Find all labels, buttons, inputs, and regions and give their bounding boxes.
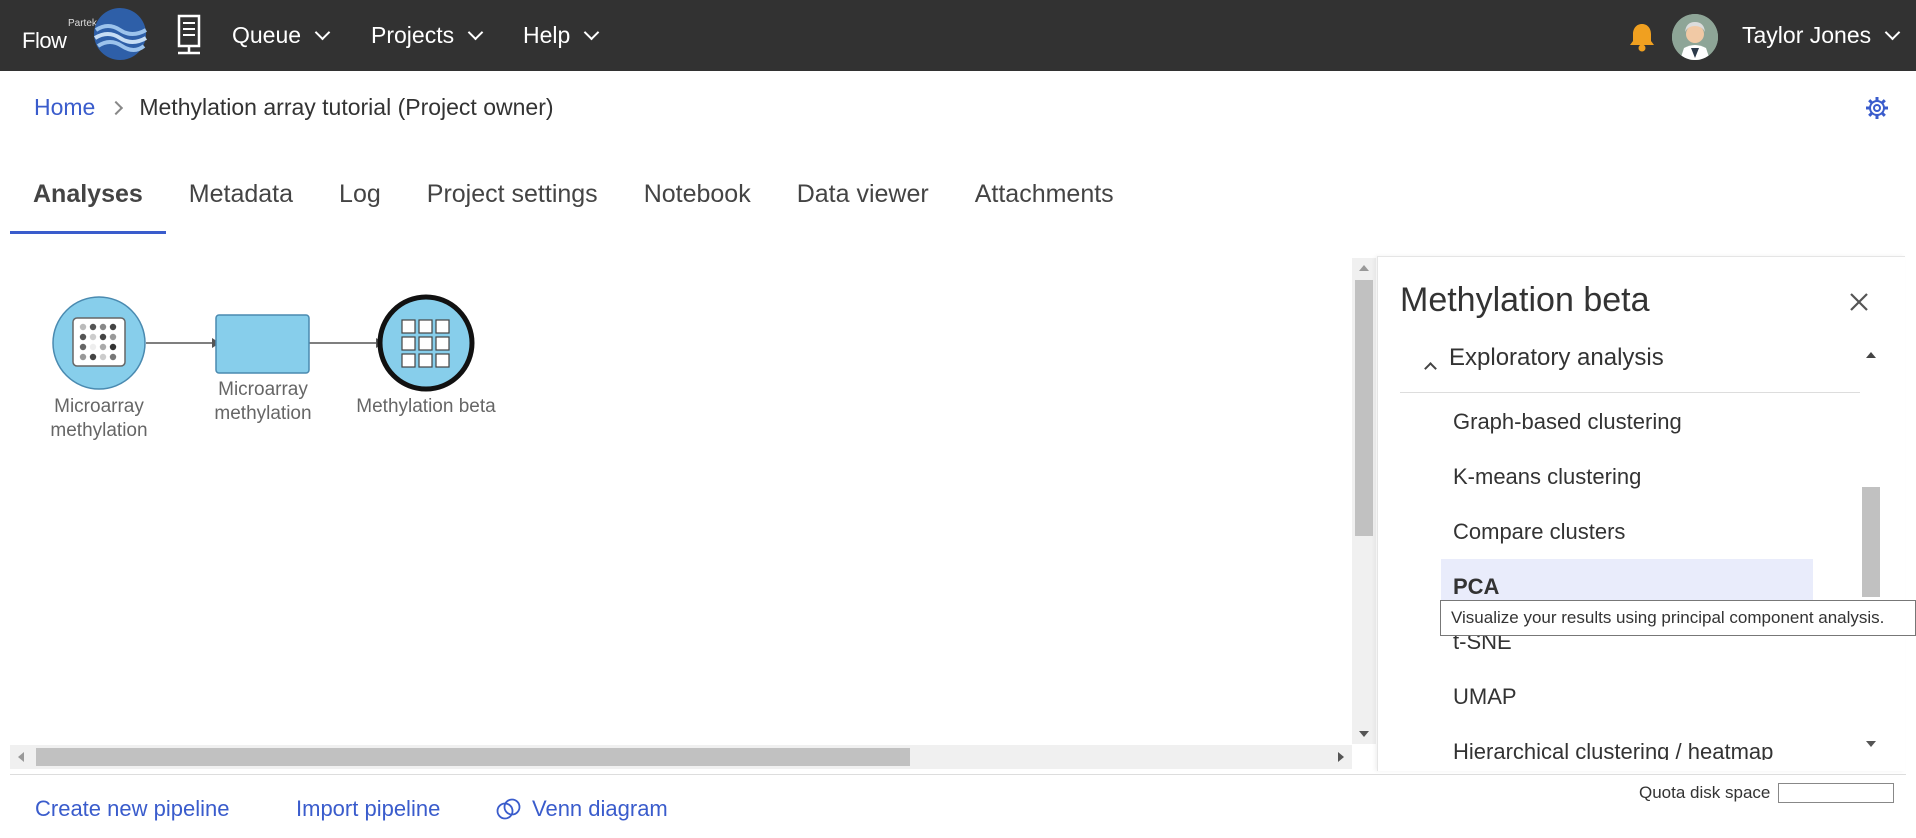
nav-queue[interactable]: Queue [232,22,331,49]
create-pipeline-link[interactable]: Create new pipeline [35,796,229,822]
scroll-left-icon[interactable] [18,752,24,762]
menu-item-graph-based-clustering[interactable]: Graph-based clustering [1441,394,1813,449]
nav-projects-label: Projects [371,22,455,48]
tab-data-viewer[interactable]: Data viewer [774,176,952,234]
node-label-line: Microarray [218,379,308,400]
gear-icon[interactable] [1865,96,1889,120]
panel-vertical-scrollbar[interactable] [1859,345,1881,747]
scroll-down-icon[interactable] [1866,741,1876,747]
scrollbar-thumb[interactable] [1355,280,1373,536]
panel-title: Methylation beta [1400,281,1650,319]
node-label-line: methylation [214,403,312,424]
nav-help-label: Help [523,22,571,48]
nav-projects[interactable]: Projects [371,22,484,49]
top-navigation-bar: Partek Flow Queue Projects Help Taylor J… [0,0,1916,71]
venn-diagram-link[interactable]: Venn diagram [496,796,668,822]
pipeline-node-methylation-beta[interactable] [377,294,475,392]
menu-item-hierarchical-clustering[interactable]: Hierarchical clustering / heatmap [1441,724,1813,760]
user-name: Taylor Jones [1742,22,1872,48]
menu-item-k-means-clustering[interactable]: K-means clustering [1441,449,1813,504]
canvas-horizontal-scrollbar[interactable] [10,745,1352,769]
venn-diagram-label: Venn diagram [532,796,668,821]
scroll-down-icon[interactable] [1359,731,1369,737]
pipeline-node-microarray-task[interactable] [215,314,310,374]
node-label-microarray-task: Microarray methylation [198,378,328,426]
menu-item-compare-clusters[interactable]: Compare clusters [1441,504,1813,559]
venn-diagram-icon [496,798,521,820]
partek-flow-logo[interactable]: Partek Flow [20,6,148,64]
tab-notebook[interactable]: Notebook [621,176,774,234]
chevron-down-icon [467,24,484,41]
chevron-down-icon [1884,24,1901,41]
avatar-image [1672,14,1718,60]
logo-brand-name: Flow [22,28,67,53]
node-label-methylation-beta: Methylation beta [346,395,506,419]
scroll-up-icon[interactable] [1866,352,1876,358]
server-icon[interactable] [176,14,202,56]
notification-bell-icon[interactable] [1628,22,1656,52]
nav-help[interactable]: Help [523,22,600,49]
quota-disk-space: Quota disk space [1639,783,1895,803]
quota-bar [1778,783,1895,803]
tab-metadata[interactable]: Metadata [166,176,316,234]
chevron-up-icon [1424,362,1437,375]
pca-tooltip: Visualize your results using principal c… [1440,600,1916,636]
close-icon[interactable] [1848,291,1870,313]
section-label: Exploratory analysis [1449,343,1664,371]
node-label-line: methylation [50,420,148,441]
table-grid-icon [401,319,450,368]
breadcrumb-current: Methylation array tutorial (Project owne… [139,94,554,120]
pipeline-node-microarray-data[interactable] [52,296,146,390]
footer-divider [10,774,1906,775]
menu-item-umap[interactable]: UMAP [1441,669,1813,724]
quota-label: Quota disk space [1639,783,1771,802]
tab-project-settings[interactable]: Project settings [404,176,621,234]
chevron-right-icon [109,100,124,115]
pipeline-canvas[interactable]: Microarray methylation Microarray methyl… [10,258,1352,744]
tab-analyses[interactable]: Analyses [10,176,166,234]
user-avatar[interactable] [1672,14,1718,60]
project-tabs: Analyses Metadata Log Project settings N… [10,176,1137,234]
breadcrumb-home-link[interactable]: Home [34,94,95,121]
breadcrumb: Home Methylation array tutorial (Project… [34,94,554,121]
logo-wave-icon [93,8,147,60]
scroll-right-icon[interactable] [1338,752,1344,762]
tab-log[interactable]: Log [316,176,404,234]
task-menu-list: Graph-based clustering K-means clusterin… [1441,394,1813,760]
task-menu-panel: Methylation beta Exploratory analysis Gr… [1377,256,1905,771]
import-pipeline-link[interactable]: Import pipeline [296,796,440,822]
section-exploratory-analysis[interactable]: Exploratory analysis [1400,341,1860,393]
chevron-down-icon [584,24,600,41]
scroll-up-icon[interactable] [1359,265,1369,271]
scrollbar-thumb[interactable] [1862,487,1880,597]
tab-attachments[interactable]: Attachments [952,176,1137,234]
node-label-line: Microarray [54,396,144,417]
node-label-line: Methylation beta [356,396,496,417]
chevron-down-icon [314,24,331,41]
node-label-microarray-data: Microarray methylation [34,395,164,443]
user-menu[interactable]: Taylor Jones [1742,22,1901,49]
nav-queue-label: Queue [232,22,302,48]
canvas-vertical-scrollbar[interactable] [1352,258,1376,744]
scrollbar-thumb[interactable] [36,748,910,766]
